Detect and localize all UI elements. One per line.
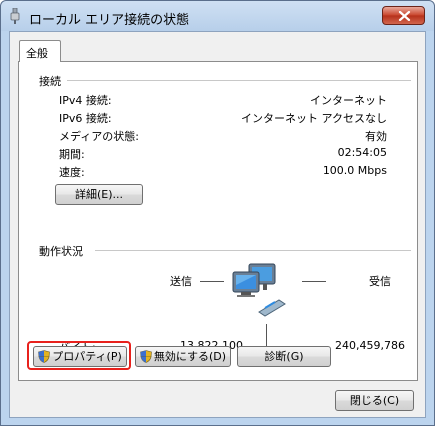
properties-highlight-box bbox=[27, 341, 131, 370]
media-state-label: メディアの状態: bbox=[59, 130, 139, 143]
activity-heading: 動作状況 bbox=[39, 245, 83, 258]
media-state-value: 有効 bbox=[365, 130, 387, 143]
title-bar[interactable]: ローカル エリア接続の状態 bbox=[1, 1, 434, 31]
connection-divider bbox=[67, 80, 411, 81]
sent-label: 送信 bbox=[170, 275, 192, 288]
disable-button[interactable]: 無効にする(D) bbox=[135, 346, 231, 367]
ipv4-label: IPv4 接続: bbox=[59, 94, 112, 107]
disable-button-label: 無効にする(D) bbox=[153, 350, 227, 363]
bytes-received-value: 240,459,786 bbox=[335, 339, 405, 352]
window-title: ローカル エリア接続の状態 bbox=[29, 13, 190, 28]
speed-label: 速度: bbox=[59, 166, 85, 179]
received-label: 受信 bbox=[369, 275, 391, 288]
details-button[interactable]: 詳細(E)... bbox=[55, 184, 143, 205]
close-window-button[interactable] bbox=[382, 6, 425, 25]
ipv6-value: インターネット アクセスなし bbox=[241, 112, 387, 125]
activity-divider bbox=[95, 250, 411, 251]
network-adapter-icon bbox=[10, 8, 20, 24]
tab-general[interactable]: 全般 bbox=[19, 40, 61, 62]
connection-heading: 接続 bbox=[39, 75, 61, 88]
close-icon bbox=[398, 11, 411, 21]
duration-value: 02:54:05 bbox=[337, 146, 387, 159]
diagnose-button[interactable]: 診断(G) bbox=[237, 346, 331, 367]
ipv4-value: インターネット bbox=[310, 94, 387, 107]
uac-shield-icon bbox=[140, 349, 152, 363]
received-line bbox=[302, 281, 326, 282]
network-computers-icon bbox=[232, 263, 286, 317]
duration-label: 期間: bbox=[59, 148, 85, 161]
sent-line bbox=[200, 281, 224, 282]
tab-general-label: 全般 bbox=[26, 47, 48, 60]
speed-value: 100.0 Mbps bbox=[322, 164, 387, 177]
close-button[interactable]: 閉じる(C) bbox=[335, 390, 414, 411]
tab-panel-general: 接続 IPv4 接続: インターネット IPv6 接続: インターネット アクセ… bbox=[18, 61, 418, 381]
ipv6-label: IPv6 接続: bbox=[59, 112, 112, 125]
